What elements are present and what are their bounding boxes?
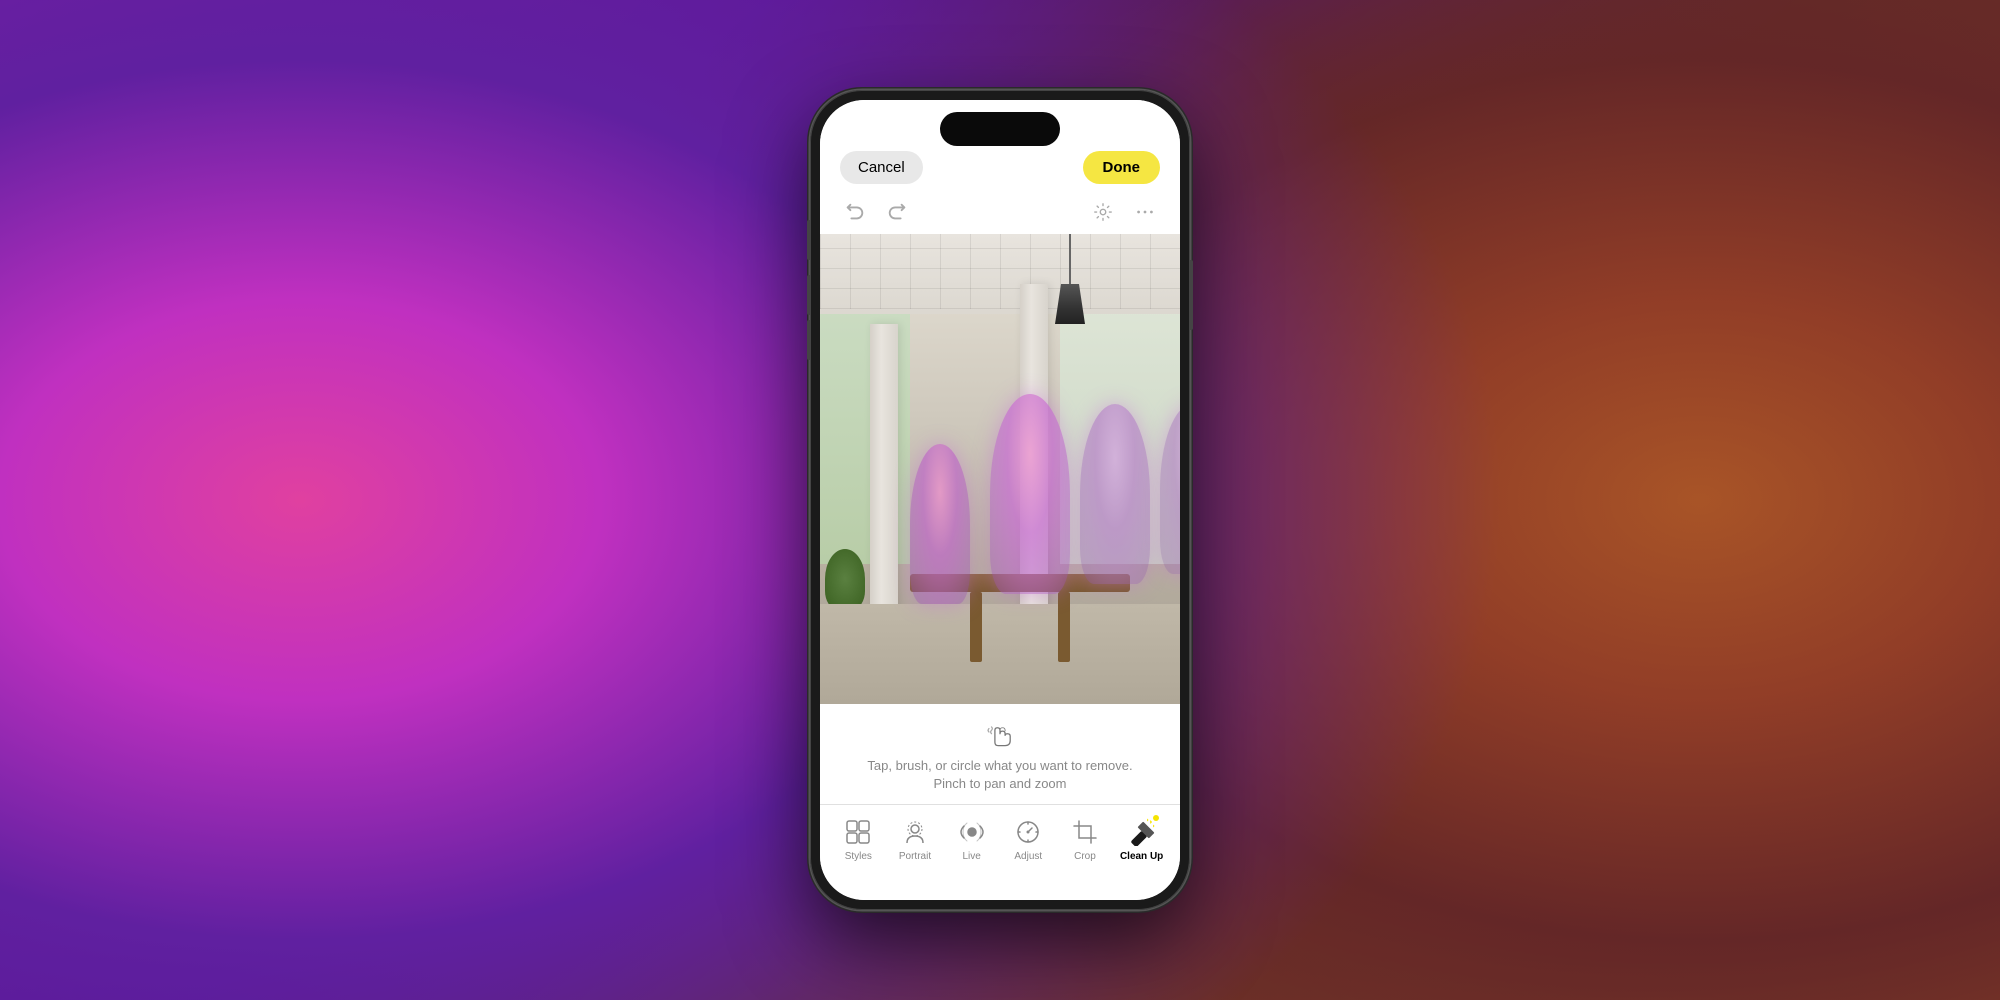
done-button[interactable]: Done: [1083, 151, 1161, 184]
phone-screen: Cancel Done: [820, 100, 1180, 900]
brush-hand-icon: [983, 715, 1017, 749]
plant-leaves: [825, 549, 865, 609]
ceiling-grid: [820, 234, 1180, 309]
more-options-button[interactable]: [1130, 197, 1160, 227]
tool-styles[interactable]: Styles: [833, 817, 883, 862]
hanging-lamp: [1055, 234, 1085, 324]
undo-button[interactable]: [840, 197, 870, 227]
adjust-label: Adjust: [1014, 851, 1042, 862]
person-ghost-3: [1080, 404, 1150, 584]
portrait-label: Portrait: [899, 851, 931, 862]
cleanup-icon-wrapper: [1127, 817, 1157, 847]
crop-icon: [1070, 817, 1100, 847]
tool-adjust[interactable]: Adjust: [1003, 817, 1053, 862]
adjust-icon: [1013, 817, 1043, 847]
live-label: Live: [962, 851, 980, 862]
styles-label: Styles: [845, 851, 872, 862]
person-ghost-1: [910, 444, 970, 604]
cancel-button[interactable]: Cancel: [840, 151, 923, 184]
tool-crop[interactable]: Crop: [1060, 817, 1110, 862]
styles-icon: [843, 817, 873, 847]
phone-device: Cancel Done: [810, 90, 1190, 910]
auto-enhance-button[interactable]: [1088, 197, 1118, 227]
lamp-cord: [1069, 234, 1071, 284]
instruction-area: Tap, brush, or circle what you want to r…: [820, 704, 1180, 804]
cleanup-label: Clean Up: [1120, 851, 1163, 862]
lamp-shade: [1055, 284, 1085, 324]
redo-button[interactable]: [882, 197, 912, 227]
person-ghost-2: [990, 394, 1070, 594]
photo-canvas[interactable]: [820, 234, 1180, 704]
cafe-background: [820, 234, 1180, 704]
tool-live[interactable]: Live: [947, 817, 997, 862]
live-icon: [957, 817, 987, 847]
people-overlay: [880, 344, 1160, 624]
bottom-toolbar: Styles Portrait: [820, 804, 1180, 900]
tool-cleanup[interactable]: Clean Up: [1117, 817, 1167, 862]
ceiling: [820, 234, 1180, 314]
active-indicator: [1153, 815, 1159, 821]
dynamic-island: [940, 112, 1060, 146]
edit-toolbar: [820, 190, 1180, 234]
portrait-icon: [900, 817, 930, 847]
tool-portrait[interactable]: Portrait: [890, 817, 940, 862]
instruction-text: Tap, brush, or circle what you want to r…: [867, 757, 1132, 793]
crop-label: Crop: [1074, 851, 1096, 862]
phone-body: Cancel Done: [810, 90, 1190, 910]
